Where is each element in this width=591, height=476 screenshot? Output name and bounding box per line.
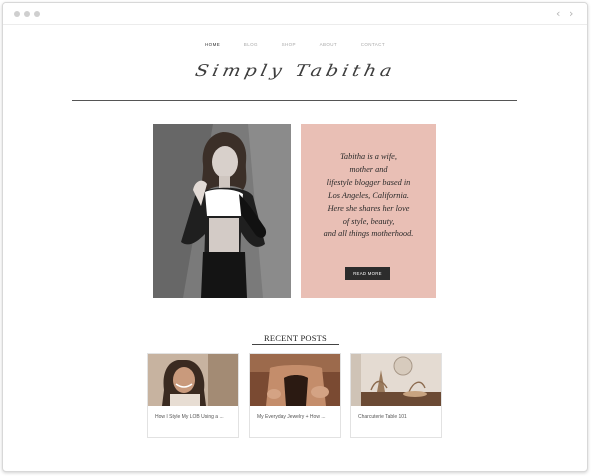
header-divider bbox=[72, 100, 517, 101]
nav-shop[interactable]: SHOP bbox=[282, 42, 296, 47]
post-thumbnail[interactable] bbox=[148, 354, 238, 406]
post-card[interactable]: My Everyday Jewelry + How ... bbox=[249, 353, 341, 438]
read-more-button[interactable]: READ MORE bbox=[345, 267, 390, 280]
bio-line: and all things motherhood. bbox=[323, 229, 414, 239]
window-close-dot[interactable] bbox=[14, 11, 20, 17]
nav-blog[interactable]: BLOG bbox=[244, 42, 258, 47]
bio-text: Tabitha is a wife, mother and lifestyle … bbox=[301, 151, 436, 241]
nav-contact[interactable]: CONTACT bbox=[361, 42, 385, 47]
post-caption[interactable]: My Everyday Jewelry + How ... bbox=[257, 414, 337, 420]
bio-line: mother and bbox=[349, 164, 388, 174]
post-thumbnail-image bbox=[351, 354, 441, 406]
bio-line: lifestyle blogger based in bbox=[326, 177, 411, 187]
window-minimize-dot[interactable] bbox=[24, 11, 30, 17]
post-card[interactable]: Charcuterie Table 101 bbox=[350, 353, 442, 438]
post-thumbnail[interactable] bbox=[250, 354, 340, 406]
forward-arrow-icon[interactable]: › bbox=[569, 7, 573, 20]
post-thumbnail[interactable] bbox=[351, 354, 441, 406]
recent-posts-underline bbox=[252, 344, 339, 345]
post-caption[interactable]: How I Style My LOB Using a ... bbox=[155, 414, 235, 420]
bio-line: of style, beauty, bbox=[342, 216, 395, 226]
back-arrow-icon[interactable]: ‹ bbox=[556, 7, 560, 20]
bio-line: Here she shares her love bbox=[327, 203, 410, 213]
recent-posts-title: RECENT POSTS bbox=[264, 333, 327, 343]
post-card[interactable]: How I Style My LOB Using a ... bbox=[147, 353, 239, 438]
window-maximize-dot[interactable] bbox=[34, 11, 40, 17]
profile-photo bbox=[153, 124, 291, 298]
bio-line: Tabitha is a wife, bbox=[340, 152, 397, 161]
site-logo[interactable]: Simply Tabitha bbox=[0, 62, 591, 81]
post-thumbnail-image bbox=[250, 354, 340, 406]
post-caption[interactable]: Charcuterie Table 101 bbox=[358, 414, 438, 420]
profile-photo-illustration bbox=[153, 124, 291, 298]
bio-line: Los Angeles, California. bbox=[328, 190, 409, 200]
browser-toolbar: ‹ › bbox=[3, 3, 587, 25]
site-nav: HOME BLOG SHOP ABOUT CONTACT bbox=[3, 42, 587, 47]
nav-home[interactable]: HOME bbox=[205, 42, 220, 47]
post-thumbnail-image bbox=[148, 354, 238, 406]
nav-about[interactable]: ABOUT bbox=[320, 42, 338, 47]
